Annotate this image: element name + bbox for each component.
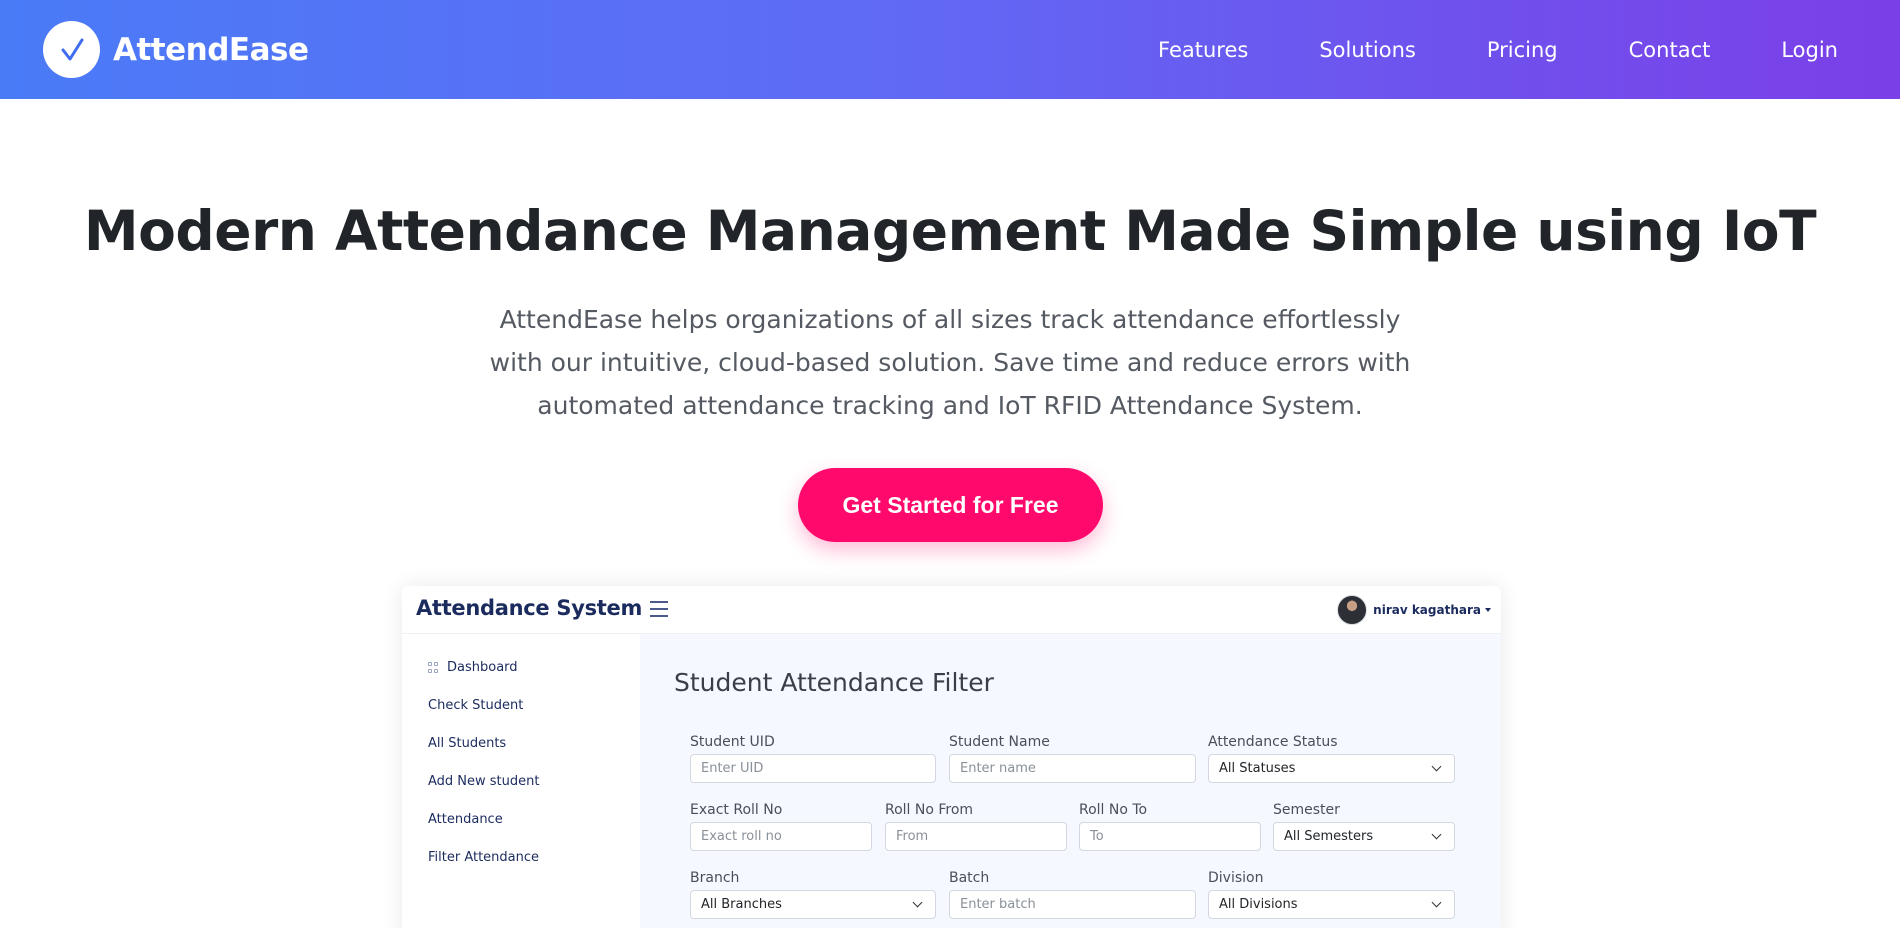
sidebar-item-all-students[interactable]: All Students <box>428 736 506 751</box>
roll-from-label: Roll No From <box>885 802 974 818</box>
sidebar-item-attendance[interactable]: Attendance <box>428 812 503 827</box>
batch-label: Batch <box>949 870 990 886</box>
roll-from-input[interactable]: From <box>885 822 1067 851</box>
division-label: Division <box>1208 870 1264 886</box>
app-title: Attendance System <box>416 596 643 620</box>
roll-to-input[interactable]: To <box>1079 822 1261 851</box>
user-name: nirav kagathara <box>1373 603 1481 617</box>
student-name-label: Student Name <box>949 734 1050 750</box>
branch-select[interactable]: All Branches <box>690 890 936 919</box>
get-started-button[interactable]: Get Started for Free <box>798 468 1103 542</box>
avatar <box>1337 595 1368 625</box>
brand[interactable]: AttendEase <box>43 21 309 78</box>
attendance-status-value: All Statuses <box>1219 761 1296 776</box>
nav-link-pricing[interactable]: Pricing <box>1487 38 1558 62</box>
hero-title: Modern Attendance Management Made Simple… <box>83 199 1817 263</box>
hero-subtitle: AttendEase helps organizations of all si… <box>489 305 1411 420</box>
branch-label: Branch <box>690 870 740 886</box>
student-uid-label: Student UID <box>690 734 775 750</box>
exact-roll-input[interactable]: Exact roll no <box>690 822 872 851</box>
checkmark-logo-icon <box>43 21 100 78</box>
chevron-down-icon <box>912 897 923 908</box>
sidebar-item-label: Dashboard <box>447 660 518 675</box>
division-select[interactable]: All Divisions <box>1208 890 1455 919</box>
semester-value: All Semesters <box>1284 829 1374 844</box>
semester-label: Semester <box>1273 802 1340 818</box>
nav-link-features[interactable]: Features <box>1158 38 1248 62</box>
nav-link-login[interactable]: Login <box>1781 38 1838 62</box>
student-uid-input[interactable]: Enter UID <box>690 754 936 783</box>
sidebar-item-filter-attendance[interactable]: Filter Attendance <box>428 850 539 865</box>
sidebar-item-add-new-student[interactable]: Add New student <box>428 774 539 789</box>
chevron-down-icon <box>1431 829 1442 840</box>
app-header: Attendance System nirav kagathara <box>402 586 1501 634</box>
branch-value: All Branches <box>701 897 782 912</box>
app-sidebar: Dashboard Check Student All Students Add… <box>402 634 640 928</box>
exact-roll-label: Exact Roll No <box>690 802 783 818</box>
caret-down-icon <box>1485 608 1491 612</box>
user-menu[interactable]: nirav kagathara <box>1337 595 1491 625</box>
chevron-down-icon <box>1431 761 1442 772</box>
filter-title: Student Attendance Filter <box>674 668 994 697</box>
batch-input[interactable]: Enter batch <box>949 890 1196 919</box>
nav-link-contact[interactable]: Contact <box>1629 38 1711 62</box>
attendance-status-select[interactable]: All Statuses <box>1208 754 1455 783</box>
top-navbar: AttendEase Features Solutions Pricing Co… <box>0 0 1900 99</box>
sidebar-item-check-student[interactable]: Check Student <box>428 698 523 713</box>
student-name-input[interactable]: Enter name <box>949 754 1196 783</box>
semester-select[interactable]: All Semesters <box>1273 822 1455 851</box>
brand-name: AttendEase <box>113 31 309 68</box>
nav-link-solutions[interactable]: Solutions <box>1319 38 1416 62</box>
sidebar-item-dashboard[interactable]: Dashboard <box>428 660 518 675</box>
roll-to-label: Roll No To <box>1079 802 1148 818</box>
chevron-down-icon <box>1431 897 1442 908</box>
division-value: All Divisions <box>1219 897 1298 912</box>
attendance-status-label: Attendance Status <box>1208 734 1338 750</box>
filter-panel: Student Attendance Filter Student UID En… <box>640 634 1501 928</box>
hamburger-menu-icon[interactable] <box>650 601 668 617</box>
nav-links: Features Solutions Pricing Contact Login <box>1087 0 1838 99</box>
dashboard-grid-icon <box>428 662 439 673</box>
app-preview: Attendance System nirav kagathara Dashbo… <box>402 586 1501 928</box>
